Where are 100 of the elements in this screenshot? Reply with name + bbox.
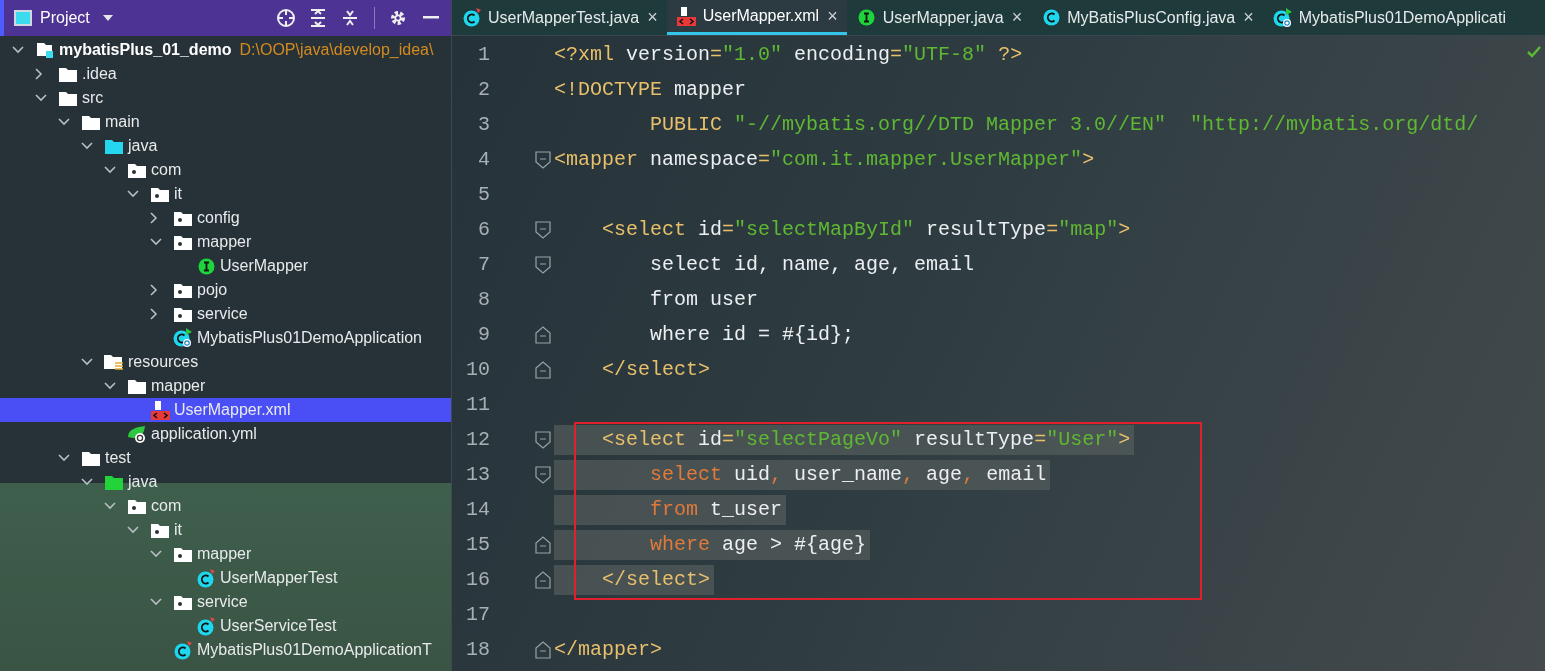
fold-icon[interactable]	[535, 430, 551, 449]
package-icon	[151, 186, 169, 202]
tree-item[interactable]: MybatisPlus01DemoApplicationT	[0, 638, 451, 662]
dropdown-caret-icon[interactable]	[101, 14, 114, 22]
tree-item[interactable]: mapper	[0, 230, 451, 254]
code-line: <?xml version="1.0" encoding="UTF-8" ?>	[554, 41, 1024, 68]
folder-icon	[59, 90, 77, 106]
fold-icon[interactable]	[535, 150, 551, 169]
folder-icon	[82, 450, 100, 466]
code-line: where id = #{id};	[649, 321, 856, 348]
unfold-icon[interactable]	[535, 325, 551, 344]
tree-item[interactable]: test	[0, 446, 451, 470]
tree-item[interactable]: pojo	[0, 278, 451, 302]
fold-icon[interactable]	[535, 220, 551, 239]
unfold-icon[interactable]	[535, 570, 551, 589]
tree-item[interactable]: MybatisPlus01DemoApplication	[0, 326, 451, 350]
line-number: 6	[477, 216, 490, 243]
editor-tab[interactable]: UserMapperTest.java ×	[452, 0, 667, 35]
code-line: <mapper namespace="com.it.mapper.UserMapper">	[554, 146, 1096, 173]
class-icon	[1042, 9, 1060, 26]
tree-item[interactable]: UserMapper	[0, 254, 451, 278]
line-number: 18	[465, 636, 490, 663]
app-class-icon	[173, 328, 193, 348]
test-class-icon	[196, 568, 216, 588]
code-line: <!DOCTYPE mapper	[554, 76, 748, 103]
check-icon	[1527, 46, 1541, 58]
tree-item[interactable]: UserMapperTest	[0, 566, 451, 590]
tree-item[interactable]: .idea	[0, 62, 451, 86]
package-icon	[128, 162, 146, 178]
test-class-icon	[196, 616, 216, 636]
editor-tab[interactable]: MyBatisPlusConfig.java ×	[1031, 0, 1263, 35]
xml-file-icon	[677, 6, 697, 26]
interface-icon	[858, 9, 876, 26]
test-class-icon	[173, 640, 193, 660]
tree-item[interactable]: resources	[0, 350, 451, 374]
close-tab-button[interactable]: ×	[647, 4, 658, 31]
test-class-icon	[462, 8, 482, 27]
project-path: D:\OOP\java\develop_idea\	[239, 40, 434, 60]
folder-icon	[105, 474, 123, 490]
interface-icon	[197, 257, 215, 275]
tree-item[interactable]: com	[0, 494, 451, 518]
code-line: from user	[649, 286, 760, 313]
line-number: 1	[477, 41, 490, 68]
tree-item[interactable]: UserServiceTest	[0, 614, 451, 638]
code-line: PUBLIC "-//mybatis.org//DTD Mapper 3.0//EN" "http://mybatis.org/dtd/	[649, 111, 1480, 138]
line-number: 14	[465, 496, 490, 523]
window-icon	[14, 10, 32, 26]
tree-item[interactable]: java	[0, 470, 451, 494]
package-icon	[174, 594, 192, 610]
tree-item[interactable]: UserMapper.xml	[0, 398, 451, 422]
close-tab-button[interactable]: ×	[1011, 4, 1023, 31]
tree-item[interactable]: it	[0, 518, 451, 542]
panel-title[interactable]: Project	[40, 6, 90, 30]
fold-icon[interactable]	[535, 255, 551, 274]
close-tab-button[interactable]: ×	[827, 2, 838, 30]
tree-item[interactable]: service	[0, 302, 451, 326]
tree-item[interactable]: service	[0, 590, 451, 614]
line-number: 13	[465, 461, 490, 488]
close-tab-button[interactable]: ×	[1243, 4, 1254, 31]
tree-item[interactable]: java	[0, 134, 451, 158]
settings-icon[interactable]	[389, 9, 407, 27]
folder-icon	[105, 138, 123, 154]
unfold-icon[interactable]	[535, 640, 551, 659]
line-number: 8	[477, 286, 490, 313]
package-icon	[174, 306, 192, 322]
spring-config-icon	[127, 424, 147, 444]
line-number: 7	[477, 251, 490, 278]
line-number: 9	[477, 321, 490, 348]
minimize-icon[interactable]	[423, 16, 439, 20]
tree-item[interactable]: config	[0, 206, 451, 230]
code-line: </select>	[601, 356, 712, 383]
unfold-icon[interactable]	[535, 360, 551, 379]
folder-icon	[82, 114, 100, 130]
package-icon	[174, 282, 192, 298]
tree-item[interactable]: application.yml	[0, 422, 451, 446]
tree-item[interactable]: it	[0, 182, 451, 206]
xml-file-icon	[150, 400, 170, 420]
tree-item[interactable]: com	[0, 158, 451, 182]
fold-icon[interactable]	[535, 465, 551, 484]
unfold-icon[interactable]	[535, 535, 551, 554]
tree-item[interactable]: mybatisPlus_01_demo D:\OOP\java\develop_idea\	[0, 38, 451, 62]
editor-tab[interactable]: UserMapper.java ×	[846, 0, 1032, 35]
collapse-all-icon[interactable]	[342, 9, 358, 27]
editor-tab[interactable]: MybatisPlus01DemoApplicati	[1262, 0, 1515, 35]
tree-item[interactable]: main	[0, 110, 451, 134]
package-icon	[128, 498, 146, 514]
tree-item[interactable]: mapper	[0, 374, 451, 398]
line-number: 10	[465, 356, 490, 383]
code-line: select id, name, age, email	[649, 251, 976, 278]
package-icon	[174, 210, 192, 226]
tree-item[interactable]: src	[0, 86, 451, 110]
line-number: 12	[465, 426, 490, 453]
editor-tab[interactable]: UserMapper.xml ×	[666, 0, 847, 35]
expand-all-icon[interactable]	[310, 9, 326, 27]
tree-item[interactable]: mapper	[0, 542, 451, 566]
module-icon	[36, 42, 54, 58]
line-number: 5	[477, 181, 490, 208]
target-icon[interactable]	[276, 8, 296, 28]
package-icon	[174, 546, 192, 562]
code-line: <select id="selectMapById" resultType="map">	[601, 216, 1132, 243]
